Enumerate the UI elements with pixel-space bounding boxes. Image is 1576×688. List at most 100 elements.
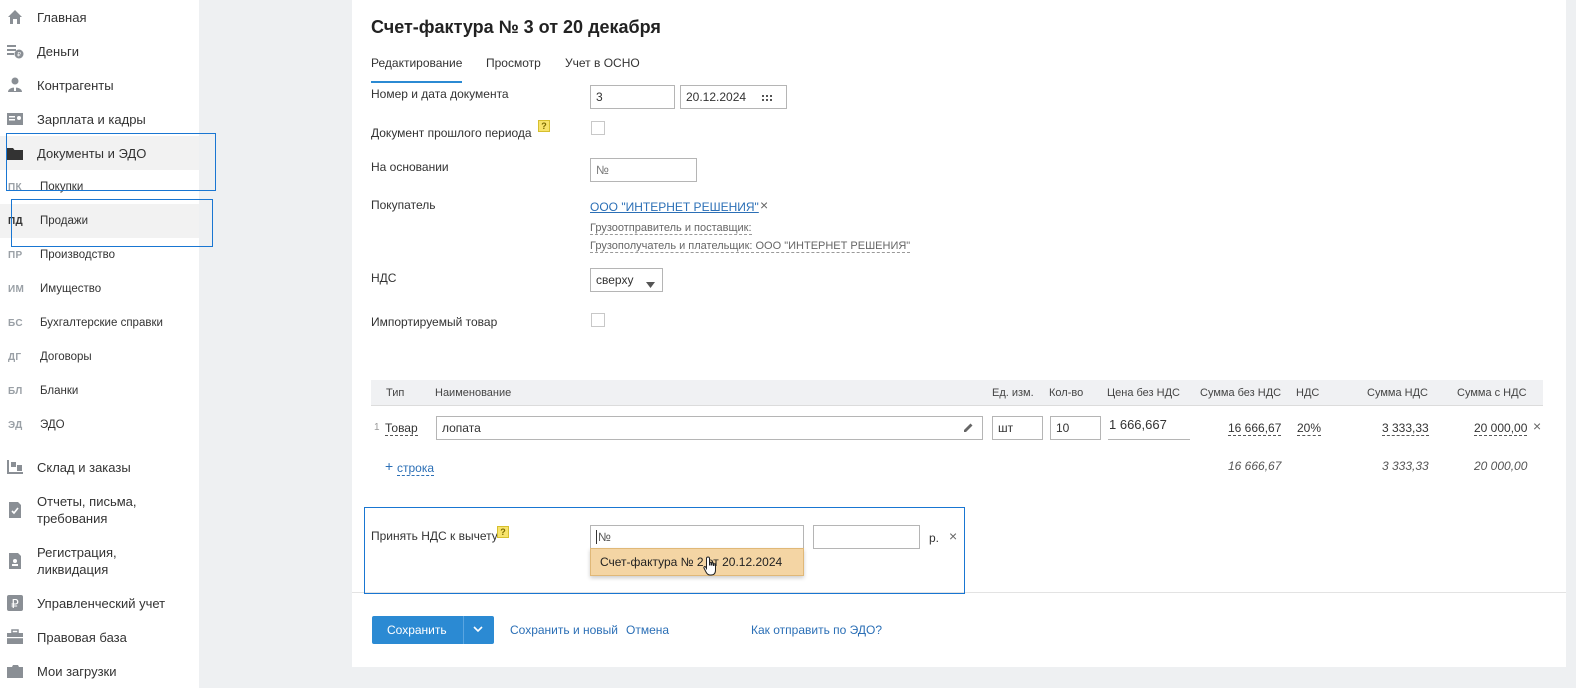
sidebar-subitem-production[interactable]: ПР Производство (0, 238, 199, 272)
sidebar-subitem-forms[interactable]: БЛ Бланки (0, 374, 199, 408)
row-index: 1 (374, 422, 380, 433)
imported-checkbox[interactable] (591, 313, 605, 327)
sidebar-item-label: Склад и заказы (37, 459, 131, 475)
doc-number-input[interactable]: 3 (590, 85, 675, 109)
sidebar-item-downloads[interactable]: Мои загрузки (0, 654, 199, 688)
buyer-label: Покупатель (371, 198, 436, 212)
vat-select[interactable]: сверху (590, 268, 663, 292)
sidebar-subitem-label: Бланки (40, 385, 79, 397)
warehouse-icon (6, 458, 24, 476)
plus-icon[interactable]: + (385, 458, 393, 474)
buyer-link[interactable]: ООО "ИНТЕРНЕТ РЕШЕНИЯ" (590, 200, 759, 214)
sidebar-item-management[interactable]: ₽ Управленческий учет (0, 586, 199, 620)
col-qty: Кол-во (1049, 387, 1084, 399)
sidebar-item-registration[interactable]: Регистрация, ликвидация (0, 543, 199, 579)
row-type-link[interactable]: Товар (385, 421, 418, 436)
save-button-label: Сохранить (387, 623, 447, 637)
document-editor: Счет-фактура № 3 от 20 декабря Редактиро… (352, 0, 1566, 667)
past-period-checkbox[interactable] (591, 121, 605, 135)
save-button-separator (463, 616, 464, 644)
item-name-value: лопата (442, 421, 481, 435)
sidebar-item-label: Отчеты, письма, (37, 494, 137, 509)
save-and-new-link[interactable]: Сохранить и новый (510, 623, 618, 637)
col-sum-no-vat: Сумма без НДС (1200, 387, 1282, 399)
sidebar-item-label: Регистрация, (37, 545, 117, 560)
deduction-amount-input[interactable] (813, 525, 920, 549)
save-button[interactable]: Сохранить (372, 616, 494, 644)
vat-select-value: сверху (596, 273, 634, 287)
items-table-header: Тип Наименование Ед. изм. Кол-во Цена бе… (371, 380, 1543, 406)
imported-label: Импортируемый товар (371, 315, 498, 329)
sidebar-subitem-code: ЭД (8, 419, 23, 431)
home-icon (6, 8, 24, 26)
qty-input[interactable]: 10 (1050, 416, 1101, 440)
row-vat-rate[interactable]: 20% (1297, 421, 1322, 436)
total-sum-no-vat: 16 666,67 (1228, 459, 1282, 473)
price-input[interactable]: 1 666,667 (1108, 414, 1190, 440)
sidebar-subitem-code: БС (8, 317, 23, 329)
sidebar-item-label-line2: ликвидация (37, 562, 109, 577)
tab-edit[interactable]: Редактирование (371, 56, 463, 83)
tab-osno[interactable]: Учет в ОСНО (565, 56, 640, 70)
money-icon: ₽ (6, 42, 24, 60)
calendar-icon[interactable] (762, 92, 772, 106)
sidebar-item-reports[interactable]: Отчеты, письма, требования (0, 492, 199, 528)
row-delete-icon[interactable]: × (1533, 418, 1541, 434)
sidebar-item-money[interactable]: ₽ Деньги (0, 34, 199, 68)
sidebar-subitem-code: ПР (8, 249, 23, 261)
row-sum-no-vat[interactable]: 16 666,67 (1228, 421, 1282, 436)
cancel-link[interactable]: Отмена (626, 623, 669, 637)
sidebar-item-warehouse[interactable]: Склад и заказы (0, 450, 199, 484)
sidebar-subitem-label: Покупки (40, 181, 84, 193)
basis-input[interactable]: № (590, 158, 697, 182)
sidebar-item-legal[interactable]: Правовая база (0, 620, 199, 654)
col-vat: НДС (1296, 387, 1320, 399)
sidebar-subitem-code: ДГ (8, 351, 22, 363)
page-title: Счет-фактура № 3 от 20 декабря (371, 17, 661, 37)
row-sum-with-vat[interactable]: 20 000,00 (1474, 421, 1528, 436)
svg-text:₽: ₽ (11, 597, 19, 611)
consignee-link[interactable]: Грузополучатель и плательщик: ООО "ИНТЕР… (590, 240, 911, 253)
unit-value: шт (998, 421, 1014, 435)
sidebar-subitem-property[interactable]: ИМ Имущество (0, 272, 199, 306)
sidebar-subitem-sales[interactable]: ПД Продажи (0, 204, 199, 238)
help-icon[interactable]: ? (538, 120, 550, 132)
deduction-invoice-input[interactable]: № (590, 525, 804, 549)
unit-input[interactable]: шт (992, 416, 1043, 440)
shipper-link[interactable]: Грузоотправитель и поставщик: (590, 222, 752, 235)
sidebar-subitem-purchases[interactable]: ПК Покупки (0, 170, 199, 204)
edo-help-link[interactable]: Как отправить по ЭДО? (751, 623, 882, 637)
tab-view[interactable]: Просмотр (486, 56, 541, 70)
sidebar-item-label: Мои загрузки (37, 663, 117, 679)
col-name: Наименование (435, 387, 512, 399)
sidebar-subitem-accounting-notes[interactable]: БС Бухгалтерские справки (0, 306, 199, 340)
deduction-clear-icon[interactable]: × (949, 528, 957, 544)
scrollbar[interactable] (1566, 0, 1576, 688)
sidebar-item-home[interactable]: Главная (0, 0, 199, 34)
invoice-suggestion-item[interactable]: Счет-фактура № 2 от 20.12.2024 (590, 548, 804, 576)
number-date-label: Номер и дата документа (371, 87, 509, 101)
price-value: 1 666,667 (1109, 417, 1167, 432)
contractors-icon (6, 76, 24, 94)
chevron-down-icon[interactable] (472, 623, 484, 638)
buyer-clear-icon[interactable]: × (760, 197, 768, 213)
item-name-input[interactable]: лопата (436, 416, 983, 440)
row-vat-sum[interactable]: 3 333,33 (1382, 421, 1429, 436)
footer-divider (352, 592, 1566, 593)
pencil-icon[interactable] (963, 422, 974, 436)
sidebar-item-label: Зарплата и кадры (37, 111, 146, 127)
invoice-suggestion-label: Счет-фактура № 2 от 20.12.2024 (600, 555, 783, 569)
sidebar-item-contractors[interactable]: Контрагенты (0, 68, 199, 102)
sidebar-subitem-code: ИМ (8, 283, 25, 295)
sidebar-item-label: Управленческий учет (37, 595, 166, 611)
sidebar-subitem-edo[interactable]: ЭД ЭДО (0, 408, 199, 442)
doc-date-input[interactable]: 20.12.2024 (680, 85, 787, 109)
sidebar-item-documents[interactable]: Документы и ЭДО (0, 136, 199, 170)
help-icon[interactable]: ? (497, 526, 509, 538)
past-period-label: Документ прошлого периода (371, 126, 532, 140)
sidebar-subitem-contracts[interactable]: ДГ Договоры (0, 340, 199, 374)
sidebar-subitem-label: Продажи (40, 215, 89, 227)
sidebar-item-salary[interactable]: Зарплата и кадры (0, 102, 199, 136)
col-sum-with-vat: Сумма с НДС (1457, 387, 1527, 399)
add-row-link[interactable]: строка (397, 461, 435, 476)
